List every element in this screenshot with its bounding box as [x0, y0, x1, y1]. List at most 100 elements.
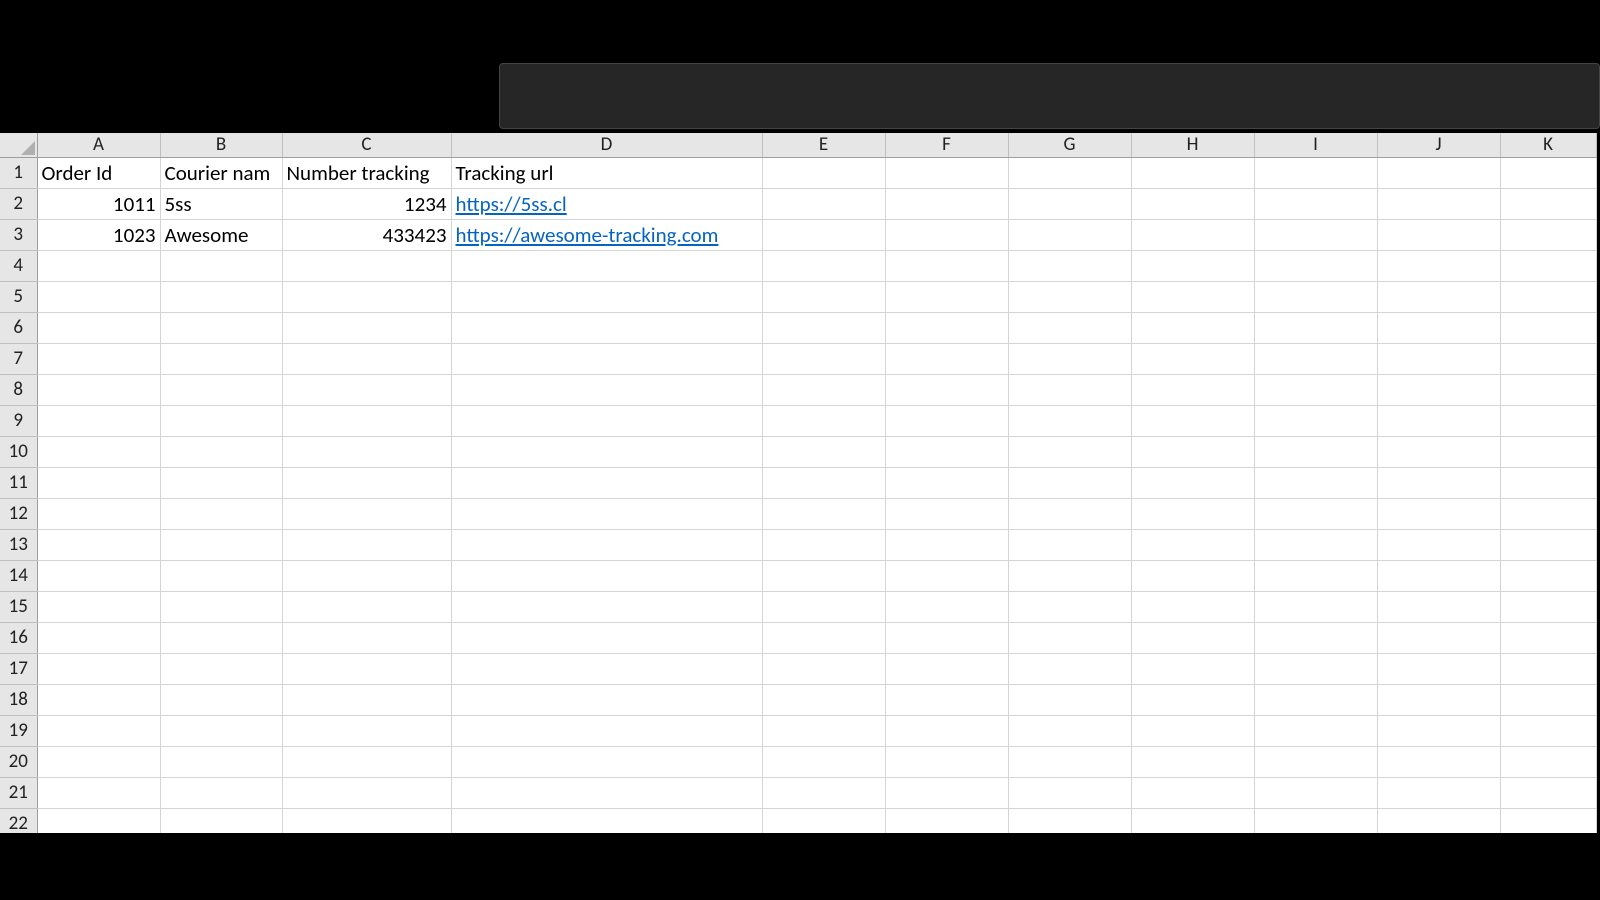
- cell-I9[interactable]: [1254, 405, 1377, 436]
- cell-A16[interactable]: [37, 622, 160, 653]
- cell-C18[interactable]: [282, 684, 451, 715]
- cell-E1[interactable]: [762, 157, 885, 188]
- cell-J21[interactable]: [1377, 777, 1500, 808]
- cell-I18[interactable]: [1254, 684, 1377, 715]
- cell-G7[interactable]: [1008, 343, 1131, 374]
- cell-F17[interactable]: [885, 653, 1008, 684]
- col-header-E[interactable]: E: [762, 133, 885, 157]
- cell-E11[interactable]: [762, 467, 885, 498]
- cell-C9[interactable]: [282, 405, 451, 436]
- cell-I14[interactable]: [1254, 560, 1377, 591]
- cell-B12[interactable]: [160, 498, 282, 529]
- cell-K18[interactable]: [1500, 684, 1596, 715]
- cell-C13[interactable]: [282, 529, 451, 560]
- cell-J9[interactable]: [1377, 405, 1500, 436]
- cell-C3[interactable]: 433423: [282, 219, 451, 250]
- cell-F10[interactable]: [885, 436, 1008, 467]
- cell-I7[interactable]: [1254, 343, 1377, 374]
- cell-B5[interactable]: [160, 281, 282, 312]
- cell-K1[interactable]: [1500, 157, 1596, 188]
- cell-J4[interactable]: [1377, 250, 1500, 281]
- cell-I17[interactable]: [1254, 653, 1377, 684]
- cell-E17[interactable]: [762, 653, 885, 684]
- col-header-G[interactable]: G: [1008, 133, 1131, 157]
- cell-J6[interactable]: [1377, 312, 1500, 343]
- cell-G10[interactable]: [1008, 436, 1131, 467]
- cell-F21[interactable]: [885, 777, 1008, 808]
- cell-I20[interactable]: [1254, 746, 1377, 777]
- cell-B16[interactable]: [160, 622, 282, 653]
- cell-E18[interactable]: [762, 684, 885, 715]
- cell-B1[interactable]: Courier nam: [160, 157, 282, 188]
- cell-H16[interactable]: [1131, 622, 1254, 653]
- cell-I15[interactable]: [1254, 591, 1377, 622]
- cell-I16[interactable]: [1254, 622, 1377, 653]
- cell-J16[interactable]: [1377, 622, 1500, 653]
- cell-D11[interactable]: [451, 467, 762, 498]
- row-header[interactable]: 5: [0, 281, 37, 312]
- cell-D5[interactable]: [451, 281, 762, 312]
- cell-C19[interactable]: [282, 715, 451, 746]
- cell-F2[interactable]: [885, 188, 1008, 219]
- cell-H12[interactable]: [1131, 498, 1254, 529]
- cell-A19[interactable]: [37, 715, 160, 746]
- cell-K6[interactable]: [1500, 312, 1596, 343]
- cell-G15[interactable]: [1008, 591, 1131, 622]
- row-header[interactable]: 11: [0, 467, 37, 498]
- cell-K4[interactable]: [1500, 250, 1596, 281]
- cell-G8[interactable]: [1008, 374, 1131, 405]
- cell-D13[interactable]: [451, 529, 762, 560]
- row-header[interactable]: 10: [0, 436, 37, 467]
- cell-G1[interactable]: [1008, 157, 1131, 188]
- cell-J12[interactable]: [1377, 498, 1500, 529]
- cell-E15[interactable]: [762, 591, 885, 622]
- cell-F12[interactable]: [885, 498, 1008, 529]
- cell-J18[interactable]: [1377, 684, 1500, 715]
- cell-I6[interactable]: [1254, 312, 1377, 343]
- cell-F7[interactable]: [885, 343, 1008, 374]
- cell-A2[interactable]: 1011: [37, 188, 160, 219]
- cell-B8[interactable]: [160, 374, 282, 405]
- cell-F8[interactable]: [885, 374, 1008, 405]
- cell-B15[interactable]: [160, 591, 282, 622]
- row-header[interactable]: 21: [0, 777, 37, 808]
- cell-I19[interactable]: [1254, 715, 1377, 746]
- cell-G20[interactable]: [1008, 746, 1131, 777]
- cell-B2[interactable]: 5ss: [160, 188, 282, 219]
- cell-F9[interactable]: [885, 405, 1008, 436]
- cell-J11[interactable]: [1377, 467, 1500, 498]
- cell-A18[interactable]: [37, 684, 160, 715]
- cell-D10[interactable]: [451, 436, 762, 467]
- row-header[interactable]: 1: [0, 157, 37, 188]
- cell-B17[interactable]: [160, 653, 282, 684]
- cell-C17[interactable]: [282, 653, 451, 684]
- cell-K12[interactable]: [1500, 498, 1596, 529]
- cell-E12[interactable]: [762, 498, 885, 529]
- cell-D6[interactable]: [451, 312, 762, 343]
- cell-G17[interactable]: [1008, 653, 1131, 684]
- cell-G2[interactable]: [1008, 188, 1131, 219]
- row-header[interactable]: 7: [0, 343, 37, 374]
- cell-E4[interactable]: [762, 250, 885, 281]
- cell-B13[interactable]: [160, 529, 282, 560]
- cell-J5[interactable]: [1377, 281, 1500, 312]
- col-header-F[interactable]: F: [885, 133, 1008, 157]
- cell-B21[interactable]: [160, 777, 282, 808]
- cell-F14[interactable]: [885, 560, 1008, 591]
- cell-J15[interactable]: [1377, 591, 1500, 622]
- cell-D8[interactable]: [451, 374, 762, 405]
- cell-I5[interactable]: [1254, 281, 1377, 312]
- cell-K13[interactable]: [1500, 529, 1596, 560]
- cell-C5[interactable]: [282, 281, 451, 312]
- cell-A5[interactable]: [37, 281, 160, 312]
- cell-H21[interactable]: [1131, 777, 1254, 808]
- cell-A7[interactable]: [37, 343, 160, 374]
- cell-D7[interactable]: [451, 343, 762, 374]
- cell-F11[interactable]: [885, 467, 1008, 498]
- row-header[interactable]: 6: [0, 312, 37, 343]
- cell-H10[interactable]: [1131, 436, 1254, 467]
- cell-H3[interactable]: [1131, 219, 1254, 250]
- cell-H7[interactable]: [1131, 343, 1254, 374]
- cell-J7[interactable]: [1377, 343, 1500, 374]
- row-header[interactable]: 13: [0, 529, 37, 560]
